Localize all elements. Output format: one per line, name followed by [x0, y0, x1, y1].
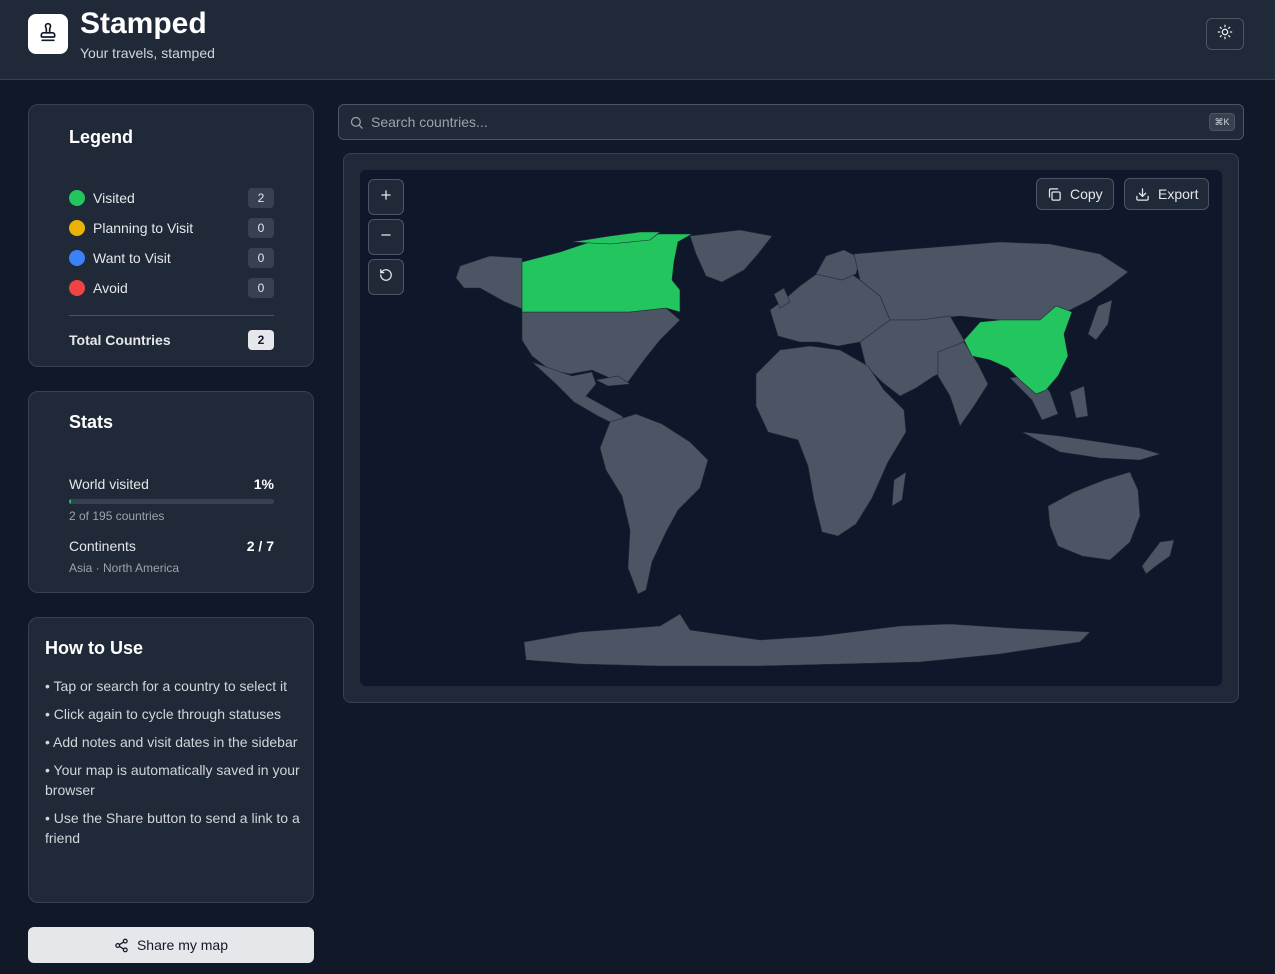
world-map[interactable]: Copy Export — [360, 170, 1222, 686]
stats-card: Stats World visited 1% 2 of 195 countrie… — [28, 391, 314, 593]
search-icon — [349, 115, 364, 130]
region-antarctica — [523, 613, 1091, 667]
visited-dot — [69, 190, 85, 206]
continents-sub: Asia · North America — [69, 561, 180, 575]
world-visited-label: World visited — [69, 476, 149, 492]
app-logo — [28, 14, 68, 54]
legend-title: Legend — [69, 127, 134, 147]
world-visited-sub: 2 of 195 countries — [69, 509, 165, 523]
sun-icon — [1217, 24, 1233, 45]
count-badge: 2 — [248, 188, 274, 208]
legend-label: Planning to Visit — [93, 220, 194, 236]
list-item: • Use the Share button to send a link to… — [45, 810, 300, 846]
legend-card: Legend Visited 2 Planning to Visit 0 Wan… — [28, 104, 314, 367]
list-item: • Add notes and visit dates in the sideb… — [45, 734, 298, 750]
search-bar: ⌘K — [338, 104, 1244, 140]
reset-view-button[interactable] — [368, 259, 404, 295]
count-badge: 0 — [248, 248, 274, 268]
zoom-in-button[interactable] — [368, 179, 404, 215]
world-visited-value: 1% — [253, 476, 274, 492]
copy-icon — [1047, 187, 1062, 202]
world-progress-bar — [69, 499, 274, 504]
theme-toggle-button[interactable] — [1206, 18, 1244, 50]
export-button[interactable]: Export — [1124, 178, 1210, 210]
legend-label: Want to Visit — [93, 250, 171, 266]
search-input[interactable] — [371, 105, 1191, 139]
region-south-america — [599, 413, 709, 595]
list-item: • Click again to cycle through statuses — [45, 706, 282, 722]
list-item: • Your map is automatically saved in you… — [45, 762, 300, 798]
legend-item-avoid: Avoid 0 — [69, 277, 274, 299]
list-item: • Tap or search for a country to select … — [45, 678, 287, 694]
legend-label: Visited — [93, 190, 135, 206]
keyboard-shortcut-badge: ⌘K — [1209, 113, 1235, 131]
share-button-label: Share my map — [136, 937, 229, 953]
country-new-zealand — [1141, 539, 1175, 575]
stamp-icon — [38, 22, 58, 47]
country-alaska — [455, 255, 526, 311]
how-to-use-card: How to Use • Tap or search for a country… — [28, 617, 314, 903]
how-to-use-title: How to Use — [45, 638, 144, 658]
export-label: Export — [1158, 186, 1199, 202]
reset-icon — [379, 268, 393, 287]
zoom-out-button[interactable] — [368, 219, 404, 255]
continents-value: 2 / 7 — [246, 538, 274, 554]
plus-icon — [379, 188, 393, 207]
region-indonesia — [1021, 431, 1162, 461]
world-progress-fill — [69, 499, 72, 504]
region-russia — [853, 241, 1129, 321]
map-card: Copy Export — [343, 153, 1239, 703]
country-japan — [1087, 299, 1113, 341]
legend-label: Avoid — [93, 280, 128, 296]
continents-row: Continents 2 / 7 — [69, 538, 274, 554]
total-badge: 2 — [248, 330, 274, 350]
country-canada — [521, 233, 694, 313]
country-australia — [1047, 471, 1141, 561]
count-badge: 0 — [248, 278, 274, 298]
country-philippines — [1069, 385, 1089, 419]
minus-icon — [379, 228, 393, 247]
app-header: Stamped Your travels, stamped — [0, 0, 1275, 80]
total-label: Total Countries — [69, 332, 171, 348]
how-to-use-list: • Tap or search for a country to select … — [45, 676, 301, 856]
count-badge: 0 — [248, 218, 274, 238]
copy-label: Copy — [1070, 186, 1103, 202]
country-greenland — [689, 229, 773, 283]
planning-dot — [69, 220, 85, 236]
app-title: Stamped — [80, 7, 207, 40]
legend-item-visited: Visited 2 — [69, 187, 274, 209]
stats-title: Stats — [69, 412, 114, 432]
share-icon — [114, 938, 129, 953]
app-subtitle: Your travels, stamped — [80, 45, 215, 61]
want-dot — [69, 250, 85, 266]
avoid-dot — [69, 280, 85, 296]
continents-label: Continents — [69, 538, 136, 554]
legend-divider — [69, 315, 274, 316]
legend-item-want: Want to Visit 0 — [69, 247, 274, 269]
country-madagascar — [891, 471, 907, 507]
share-map-button[interactable]: Share my map — [28, 927, 314, 963]
total-countries-row: Total Countries 2 — [69, 329, 274, 351]
legend-item-planning: Planning to Visit 0 — [69, 217, 274, 239]
copy-button[interactable]: Copy — [1036, 178, 1114, 210]
download-icon — [1135, 187, 1150, 202]
world-map-svg[interactable] — [360, 170, 1222, 686]
world-visited-row: World visited 1% — [69, 476, 274, 492]
